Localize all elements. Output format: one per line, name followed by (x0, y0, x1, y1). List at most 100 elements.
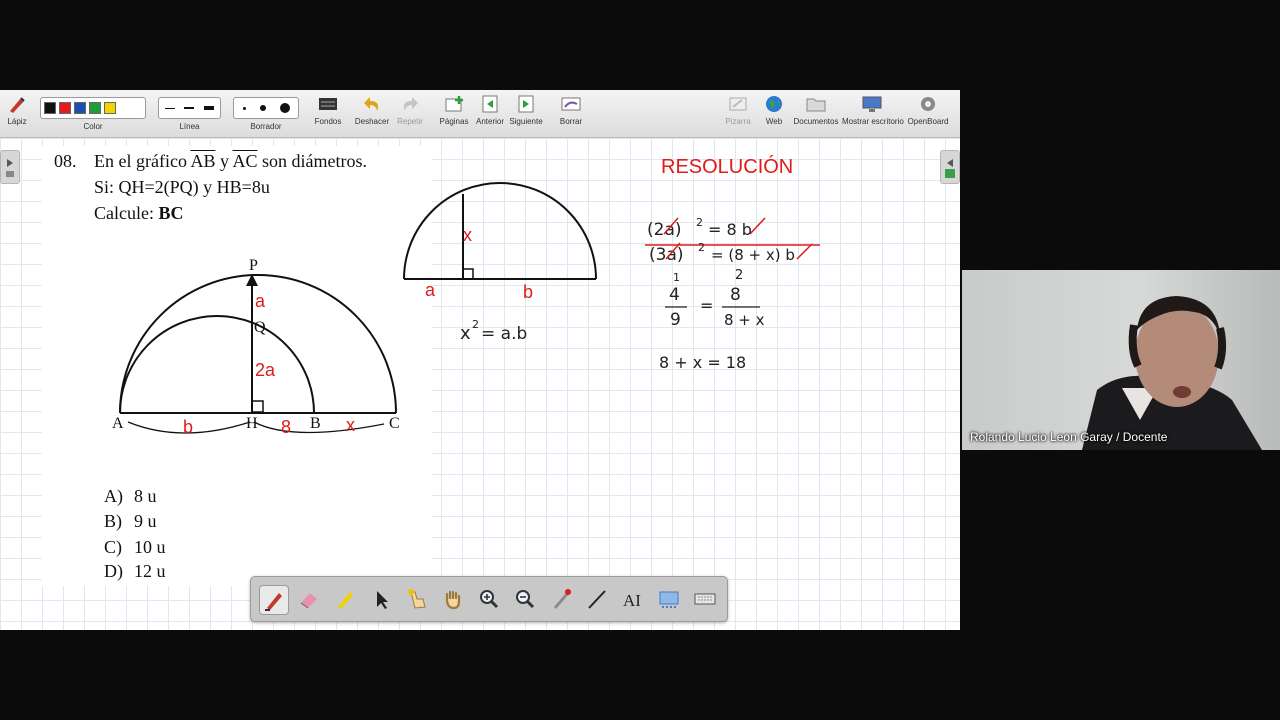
small-semicircle-ab (119, 315, 315, 414)
previous-page-button[interactable]: Anterior (475, 94, 505, 126)
label-c: C (389, 415, 400, 432)
dock-zoom-out-button[interactable] (511, 585, 539, 613)
eq2-right: = (8 + x) b (711, 246, 795, 264)
highlighter-icon (338, 592, 353, 609)
redo-button[interactable]: Repetir (394, 94, 426, 126)
frac1-numerator: 4 (669, 285, 680, 305)
dock-laser-button[interactable] (547, 585, 575, 613)
previous-page-icon (482, 95, 498, 113)
pages-icon (445, 96, 463, 112)
annot-x: x (346, 415, 355, 435)
line-tool-icon (588, 590, 606, 609)
board-icon (729, 97, 747, 111)
annot-a: a (255, 291, 266, 311)
background-label: Fondos (314, 117, 342, 126)
frac2-numerator: 8 (730, 285, 741, 305)
label-h: H (246, 415, 258, 432)
eq1-right: = 8 b (708, 220, 752, 239)
dock-keyboard-button[interactable] (691, 585, 719, 613)
right-panel-handle[interactable] (940, 150, 960, 184)
dock-pen-button[interactable] (259, 585, 289, 615)
option-a-text: 8 u (134, 486, 157, 506)
color-swatch-black[interactable] (44, 102, 56, 114)
eraser-size-picker[interactable]: Borrador (233, 97, 299, 131)
undo-icon (364, 97, 379, 111)
dock-capture-button[interactable] (655, 585, 683, 613)
left-panel-handle[interactable] (0, 150, 20, 184)
line-width-picker[interactable]: Línea (158, 97, 221, 131)
participant-figure (1082, 296, 1262, 450)
cancel-mark-4 (796, 243, 813, 260)
sketch-x: x (463, 225, 472, 245)
show-desktop-button[interactable]: Mostrar escritorio (842, 94, 904, 126)
tool-dock: AI (250, 576, 728, 622)
line-thin[interactable] (165, 107, 176, 109)
color-picker[interactable]: Color (40, 97, 146, 131)
eq1-left: (2a) (647, 220, 682, 240)
clear-button[interactable]: Borrar (556, 94, 586, 126)
dock-interact-button[interactable] (403, 585, 431, 613)
documents-label: Documentos (793, 117, 839, 126)
dock-zoom-in-button[interactable] (475, 585, 503, 613)
dock-hand-button[interactable] (439, 585, 467, 613)
documents-button[interactable]: Documentos (793, 94, 839, 126)
pen-label: Lápiz (7, 117, 27, 126)
frac1-denominator: 9 (670, 310, 681, 330)
dock-highlighter-button[interactable] (331, 585, 359, 613)
pages-button[interactable]: Páginas (439, 94, 469, 126)
sketch-a: a (425, 280, 436, 300)
participant-video[interactable]: Rolando Lucio Leon Garay / Docente (962, 270, 1280, 450)
openboard-menu-button[interactable]: OpenBoard (906, 94, 950, 126)
participant-name: Rolando Lucio Leon Garay / Docente (970, 430, 1168, 444)
color-swatch-red[interactable] (59, 102, 71, 114)
next-label: Siguiente (509, 117, 543, 126)
sketch-formula-rest: = a.b (481, 324, 527, 344)
folder-icon (806, 98, 826, 112)
color-swatch-green[interactable] (89, 102, 101, 114)
text-tool-icon: AI (623, 591, 641, 610)
dock-selector-button[interactable] (367, 585, 395, 613)
annot-2a: 2a (255, 360, 276, 380)
frac2-denominator: 8 + x (724, 311, 765, 329)
sketch-right-angle (462, 268, 474, 280)
pen-tool-button[interactable]: Lápiz (4, 94, 30, 126)
clear-label: Borrar (559, 117, 583, 126)
color-swatch-blue[interactable] (74, 102, 86, 114)
dock-line-button[interactable] (583, 585, 611, 613)
eraser-medium[interactable] (259, 105, 266, 111)
eraser-small[interactable] (242, 106, 246, 110)
next-page-icon (518, 95, 534, 113)
gear-icon (921, 97, 935, 111)
dock-text-button[interactable]: AI (619, 585, 647, 613)
line-medium[interactable] (184, 107, 195, 109)
whiteboard-canvas[interactable]: 08. En el gráfico AB y AC son diámetros.… (0, 138, 960, 630)
eq2-left: (3a) (649, 245, 684, 265)
web-button[interactable]: Web (760, 94, 788, 126)
undo-button[interactable]: Deshacer (354, 94, 390, 126)
pointing-hand-icon (408, 589, 426, 609)
eraser-large[interactable] (279, 103, 290, 113)
web-label: Web (765, 117, 783, 126)
option-b-letter: B) (104, 511, 122, 531)
color-swatch-yellow[interactable] (104, 102, 116, 114)
next-page-button[interactable]: Siguiente (509, 94, 543, 126)
annot-b: b (183, 417, 193, 437)
zoom-out-icon (516, 590, 535, 609)
option-c-text: 10 u (134, 537, 166, 557)
color-label: Color (83, 122, 103, 131)
pages-label: Páginas (439, 117, 469, 126)
sketch-formula-exp: 2 (472, 318, 479, 331)
laser-pointer-icon (554, 589, 571, 609)
right-angle-h (251, 400, 264, 413)
board-button[interactable]: Pizarra (724, 94, 752, 126)
sketch-arc (403, 182, 597, 280)
undo-label: Deshacer (354, 117, 390, 126)
line-thick[interactable] (203, 106, 214, 110)
svg-text:AI: AI (623, 591, 641, 610)
label-a: A (112, 415, 124, 432)
desktop-label: Mostrar escritorio (842, 117, 904, 126)
dock-eraser-button[interactable] (295, 585, 323, 613)
hand-icon (445, 590, 461, 610)
line-label: Línea (179, 122, 200, 131)
background-button[interactable]: Fondos (312, 94, 344, 126)
